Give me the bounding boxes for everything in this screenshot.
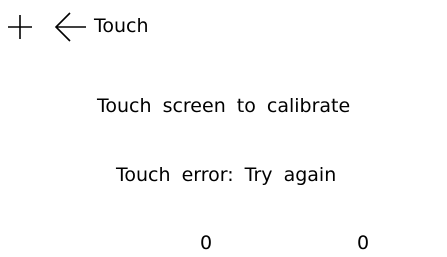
- touch-error-message: Touch error: Try again: [116, 164, 337, 186]
- x-coordinate-readout: 0: [200, 232, 213, 254]
- back-arrow-icon[interactable]: [54, 12, 86, 42]
- y-coordinate-readout: 0: [357, 232, 370, 254]
- page-title: Touch: [94, 15, 149, 37]
- crosshair-icon: [8, 15, 32, 39]
- touch-calibration-screen[interactable]: Touch Touch screen to calibrate Touch er…: [0, 0, 447, 257]
- calibration-instruction: Touch screen to calibrate: [97, 95, 351, 117]
